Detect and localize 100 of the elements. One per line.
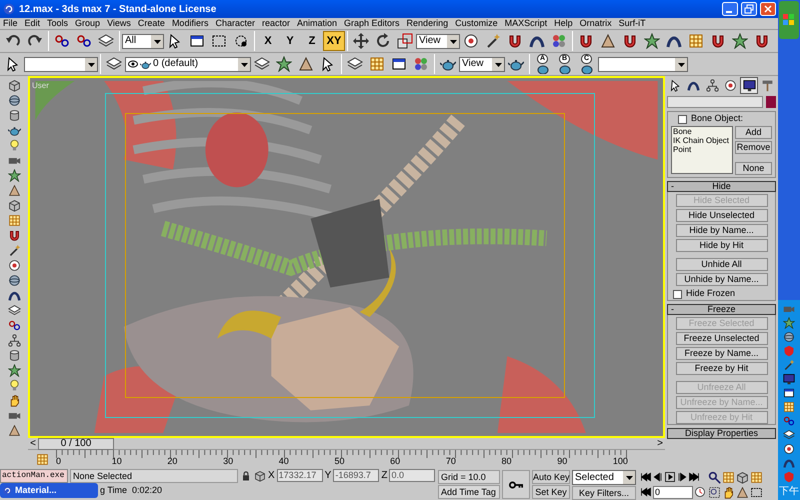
light-bulb-icon[interactable]	[8, 139, 20, 152]
menu-item[interactable]: Rendering	[406, 19, 448, 28]
selection-filter-dropdown[interactable]: All	[122, 34, 164, 48]
add-time-tag-button[interactable]: Add Time Tag	[438, 485, 500, 499]
pan-hand-icon[interactable]	[722, 486, 735, 498]
dashed-rectangle-icon[interactable]	[211, 33, 227, 49]
clock-icon[interactable]	[694, 486, 706, 498]
scale-icon[interactable]	[397, 33, 413, 49]
close-icon[interactable]	[760, 2, 776, 16]
taskbar-button[interactable]: actionMan.exe	[0, 468, 68, 482]
go-to-start-icon[interactable]	[640, 486, 652, 498]
object-color-swatch[interactable]	[766, 96, 776, 108]
time-slider[interactable]: < 0 / 100 >	[28, 438, 665, 450]
previous-frame-icon[interactable]	[652, 471, 664, 483]
cylinder-icon[interactable]	[8, 349, 20, 362]
coordinate-field[interactable]: -16893.7	[333, 469, 380, 482]
menu-item[interactable]: Help	[554, 19, 573, 28]
spheres-icon[interactable]	[551, 33, 567, 49]
current-frame-field[interactable]: 0	[653, 486, 693, 498]
list-item[interactable]: Bone	[673, 127, 731, 136]
next-frame-icon[interactable]	[676, 471, 688, 483]
cylinder-icon[interactable]	[8, 109, 20, 122]
set-key-mode-button[interactable]: Set Key	[532, 485, 570, 499]
dashed-circle-icon[interactable]	[233, 33, 249, 49]
sphere-icon[interactable]	[8, 274, 20, 287]
menu-item[interactable]: Ornatrix	[580, 19, 612, 28]
box-icon[interactable]	[8, 79, 20, 92]
layers-icon[interactable]	[106, 56, 122, 72]
wand-icon[interactable]	[8, 244, 20, 257]
magnet-icon[interactable]	[8, 229, 20, 242]
reference-coordinate-dropdown[interactable]: View	[416, 34, 460, 48]
grid-icon[interactable]	[8, 214, 20, 227]
coordinate-field[interactable]: 0.0	[389, 469, 436, 482]
spheres-icon[interactable]	[413, 56, 429, 72]
magnet-icon[interactable]	[622, 33, 638, 49]
rotate-icon[interactable]	[375, 33, 391, 49]
auto-key-button[interactable]: Auto Key	[532, 470, 570, 484]
layer-dropdown[interactable]: 0 (default)	[125, 56, 251, 72]
rollout-button[interactable]: Freeze by Name...	[676, 347, 768, 360]
menu-item[interactable]: Views	[107, 19, 131, 28]
window-icon[interactable]	[391, 56, 407, 72]
move-icon[interactable]	[353, 33, 369, 49]
box-icon[interactable]	[8, 199, 20, 212]
menu-item[interactable]: Create	[138, 19, 165, 28]
chain-link-icon[interactable]	[8, 319, 20, 332]
chain-link-icon[interactable]	[76, 33, 92, 49]
grid-icon[interactable]	[369, 56, 385, 72]
rollout-button[interactable]: Hide by Hit	[676, 239, 768, 252]
start-button[interactable]	[779, 1, 799, 39]
curve-icon[interactable]	[8, 289, 20, 302]
wand-icon[interactable]	[783, 359, 795, 371]
pyramid-icon[interactable]	[600, 33, 616, 49]
coordinate-field[interactable]: 17332.17	[276, 469, 323, 482]
axis-button[interactable]: Z	[301, 31, 323, 51]
layers-icon[interactable]	[783, 429, 795, 441]
window-icon[interactable]	[783, 387, 795, 399]
zoom-icon[interactable]	[708, 470, 721, 484]
pyramid-icon[interactable]	[298, 56, 314, 72]
menu-item[interactable]: Group	[75, 19, 100, 28]
previous-frame-button[interactable]: <	[28, 438, 38, 448]
pyramid-icon[interactable]	[8, 424, 20, 437]
sphere-icon[interactable]	[783, 331, 795, 343]
swirl-icon[interactable]	[2, 485, 13, 496]
layers-icon[interactable]	[347, 56, 363, 72]
list-action-button[interactable]: Add	[735, 126, 772, 139]
menu-item[interactable]: MAXScript	[504, 19, 548, 28]
axis-button[interactable]: Y	[279, 31, 301, 51]
arrow-cursor-icon[interactable]	[167, 33, 183, 49]
menu-item[interactable]: Animation	[296, 19, 338, 28]
layers-icon[interactable]	[8, 304, 20, 317]
star-icon[interactable]	[783, 317, 795, 329]
track-bar[interactable]: 0 10 20 30 40 50 60 70 80 90 100	[56, 450, 629, 468]
arrow-cursor-icon[interactable]	[5, 56, 21, 72]
render-type-dropdown[interactable]: View	[459, 56, 505, 72]
list-action-button[interactable]: Remove	[735, 141, 772, 154]
box-icon[interactable]	[254, 470, 266, 482]
layers-icon[interactable]	[254, 56, 270, 72]
window-icon[interactable]	[189, 33, 205, 49]
set-key-button[interactable]	[502, 470, 530, 499]
play-icon[interactable]	[664, 471, 676, 483]
pyramid-icon[interactable]	[736, 486, 749, 498]
chain-link-icon[interactable]	[54, 33, 70, 49]
lock-icon[interactable]	[240, 470, 252, 482]
axis-button[interactable]: X	[257, 31, 279, 51]
checkbox[interactable]	[678, 114, 687, 124]
monitor-icon[interactable]	[783, 373, 795, 385]
star-icon[interactable]	[732, 33, 748, 49]
named-selection-dropdown[interactable]	[24, 56, 98, 72]
menu-item[interactable]: reactor	[262, 19, 290, 28]
rollout-button[interactable]: Hide Unselected	[676, 209, 768, 222]
axis-button[interactable]: XY	[323, 31, 345, 51]
magnet-icon[interactable]	[754, 33, 770, 49]
menu-item[interactable]: Customize	[455, 19, 498, 28]
menu-item[interactable]: Graph Editors	[344, 19, 400, 28]
grid-icon[interactable]	[36, 452, 48, 466]
list-action-button[interactable]: None	[735, 162, 772, 175]
taskbar-window-button[interactable]: Material...	[0, 483, 98, 498]
object-name-field[interactable]	[667, 96, 763, 108]
star-icon[interactable]	[644, 33, 660, 49]
list-item[interactable]: IK Chain Object	[673, 136, 731, 145]
